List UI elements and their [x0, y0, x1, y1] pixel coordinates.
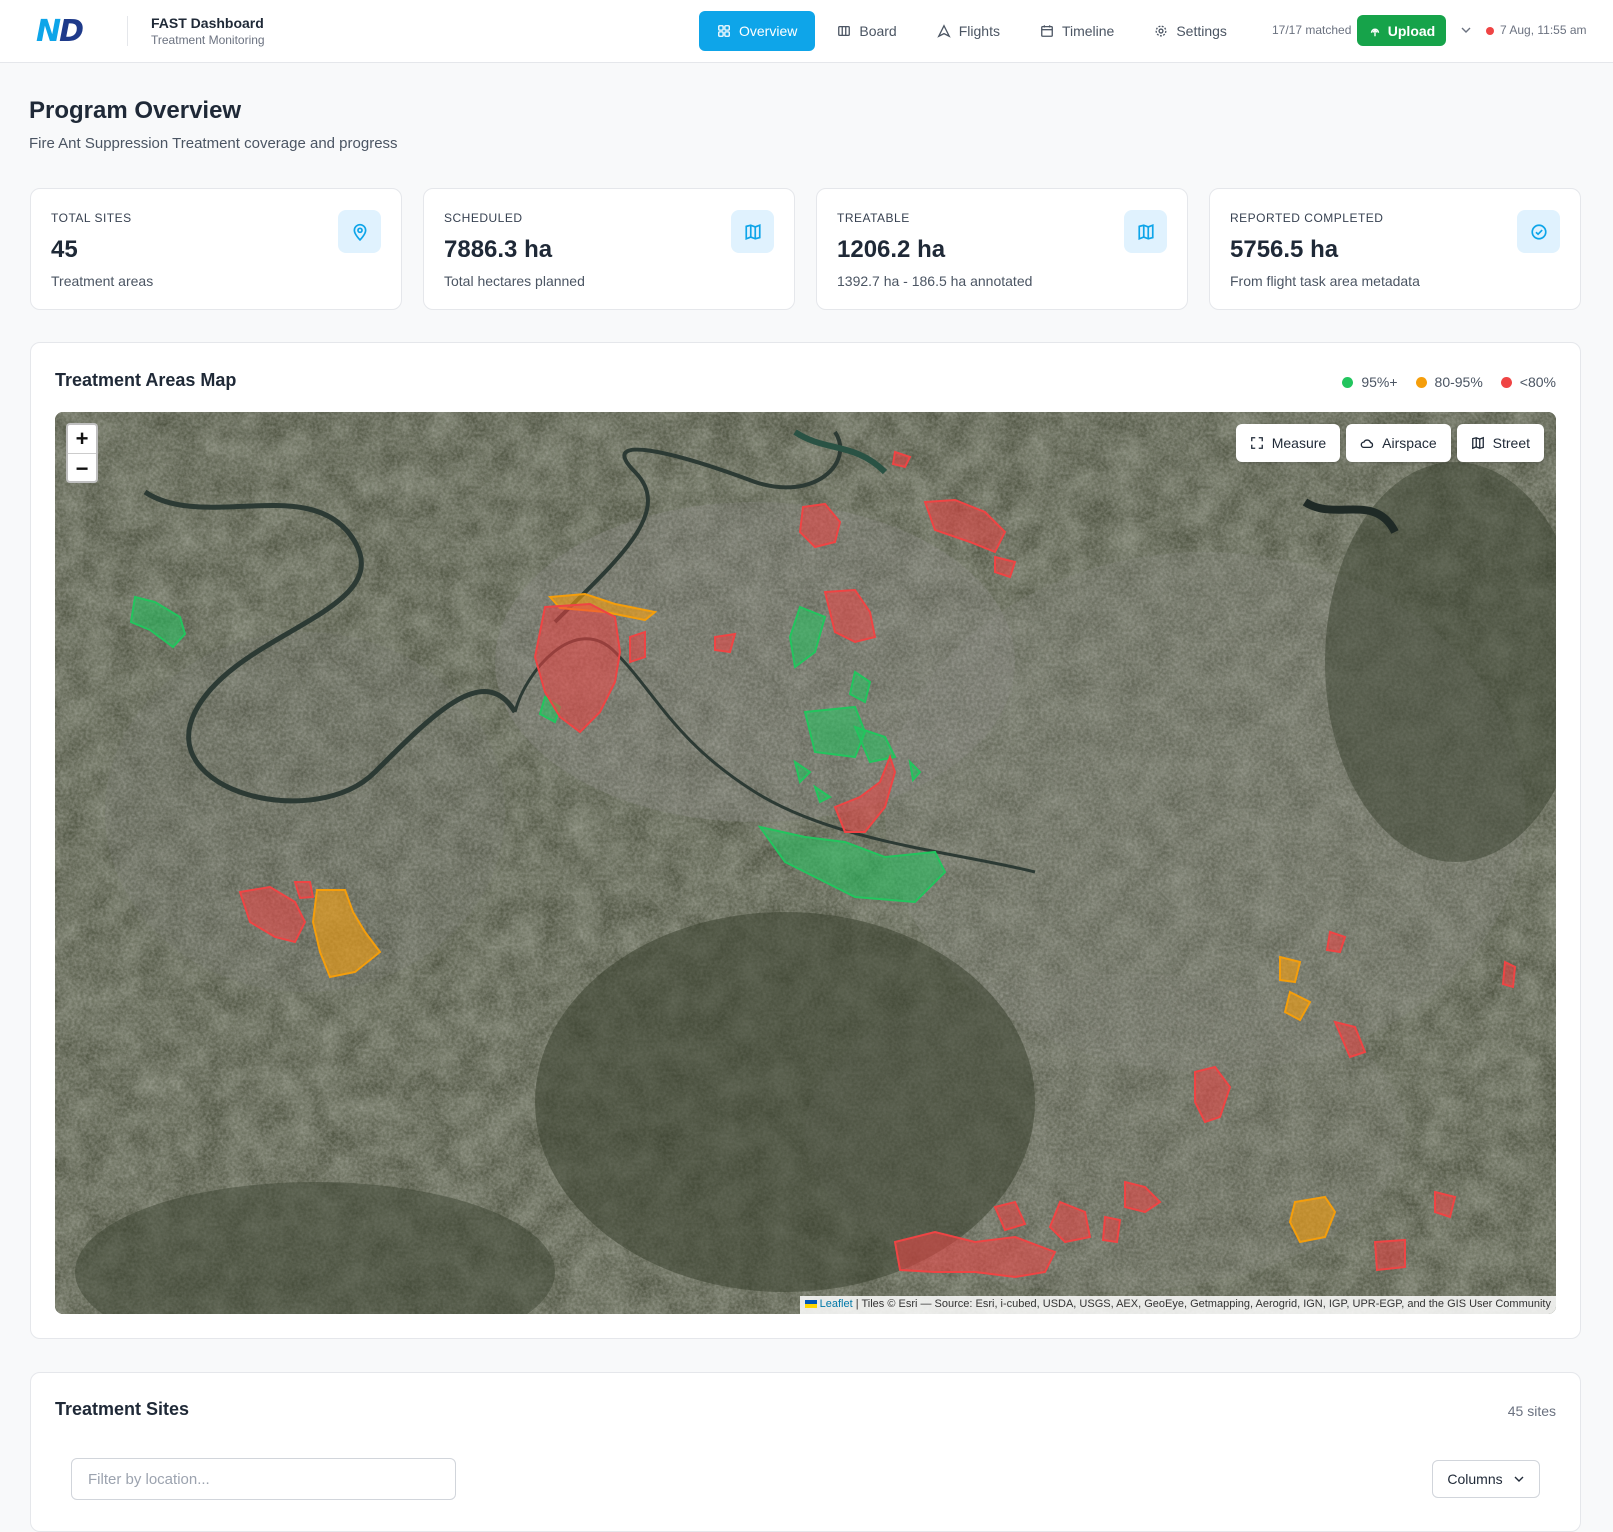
app-logo[interactable]: ND [36, 17, 84, 47]
app-subtitle: Treatment Monitoring [151, 33, 265, 47]
sites-count: 45 sites [1507, 1403, 1556, 1419]
legend-item-80-95: 80-95% [1415, 374, 1483, 390]
stat-icon-box [731, 210, 774, 253]
legend-dot [1342, 376, 1354, 388]
main-nav: Overview Board Flights Timeline Settings [699, 11, 1245, 51]
stat-icon-box [1517, 210, 1560, 253]
map-icon [1471, 436, 1484, 450]
board-icon [838, 25, 851, 37]
stat-value: 5756.5 ha [1230, 236, 1339, 263]
attribution-text: | Tiles © Esri — Source: Esri, i-cubed, … [852, 1298, 1551, 1310]
chevron-down-icon [1514, 1476, 1524, 1482]
stat-label: SCHEDULED [444, 211, 523, 225]
leaflet-link[interactable]: Leaflet [820, 1298, 853, 1310]
stat-label: REPORTED COMPLETED [1230, 211, 1384, 225]
nav-flights-label: Flights [958, 23, 1000, 39]
stat-desc: 1392.7 ha - 186.5 ha annotated [837, 273, 1033, 289]
map-icon [1137, 223, 1154, 240]
upload-icon [1370, 28, 1379, 36]
stat-label: TOTAL SITES [51, 211, 132, 225]
top-bar: ND FAST Dashboard Treatment Monitoring O… [0, 0, 1613, 63]
logo-divider [127, 16, 128, 46]
legend-item-below-80: <80% [1500, 374, 1556, 390]
stat-card-reported-completed: REPORTED COMPLETED 5756.5 ha From flight… [1209, 188, 1581, 310]
nav-settings[interactable]: Settings [1136, 11, 1245, 51]
stat-card-treatable: TREATABLE 1206.2 ha 1392.7 ha - 186.5 ha… [816, 188, 1188, 310]
upload-label: Upload [1387, 22, 1436, 39]
stat-card-total-sites: TOTAL SITES 45 Treatment areas [30, 188, 402, 310]
nav-flights[interactable]: Flights [919, 11, 1018, 51]
treatment-map-panel: Treatment Areas Map 95%+ 80-95% <80% + −… [30, 342, 1581, 1339]
stat-value: 45 [51, 236, 78, 263]
pin-icon [353, 223, 366, 241]
map-tools: Measure Airspace Street [1235, 424, 1544, 462]
location-filter-input[interactable] [71, 1458, 456, 1500]
stat-card-scheduled: SCHEDULED 7886.3 ha Total hectares plann… [423, 188, 795, 310]
grid-icon [718, 25, 730, 37]
nav-timeline[interactable]: Timeline [1022, 11, 1132, 51]
stat-value: 1206.2 ha [837, 236, 946, 263]
flight-icon [937, 24, 951, 38]
cloud-icon [1360, 439, 1374, 449]
zoom-in-button[interactable]: + [68, 425, 96, 454]
stat-value: 7886.3 ha [444, 236, 553, 263]
stat-icon-box [338, 210, 381, 253]
nav-overview[interactable]: Overview [699, 11, 816, 51]
stat-desc: From flight task area metadata [1230, 273, 1420, 289]
legend-label: 95%+ [1361, 374, 1398, 390]
map-legend: 95%+ 80-95% <80% [1342, 374, 1556, 390]
map-icon [744, 223, 761, 240]
airspace-label: Airspace [1382, 435, 1437, 451]
gear-icon [1155, 25, 1167, 37]
satellite-imagery [55, 412, 1556, 1314]
zoom-control: + − [66, 423, 98, 483]
columns-button[interactable]: Columns [1432, 1460, 1540, 1498]
map-title: Treatment Areas Map [55, 370, 237, 390]
nav-board-label: Board [859, 23, 897, 39]
match-status: 17/17 matched [1272, 23, 1352, 37]
measure-label: Measure [1271, 435, 1327, 451]
stat-icon-box [1124, 210, 1167, 253]
legend-item-95-plus: 95%+ [1342, 374, 1398, 390]
stat-label: TREATABLE [837, 211, 910, 225]
upload-menu-button[interactable] [1456, 20, 1476, 40]
chevron-down-icon [1461, 27, 1471, 33]
measure-icon [1250, 437, 1263, 449]
map-attribution: Leaflet | Tiles © Esri — Source: Esri, i… [799, 1296, 1556, 1314]
status-dot [1486, 27, 1494, 35]
nav-overview-label: Overview [739, 23, 798, 39]
columns-label: Columns [1447, 1471, 1503, 1487]
status-time: 7 Aug, 11:55 am [1500, 23, 1587, 37]
calendar-icon [1041, 25, 1053, 37]
legend-dot [1500, 376, 1512, 388]
stat-desc: Total hectares planned [444, 273, 585, 289]
stat-desc: Treatment areas [51, 273, 154, 289]
app-title: FAST Dashboard [151, 15, 264, 31]
street-label: Street [1492, 435, 1530, 451]
legend-label: 80-95% [1434, 374, 1483, 390]
treatment-sites-panel: Treatment Sites 45 sites Columns [30, 1372, 1581, 1532]
page-title: Program Overview [29, 97, 242, 124]
map-canvas[interactable]: + − Measure Airspace Street Leaflet | Ti… [55, 412, 1556, 1314]
airspace-button[interactable]: Airspace [1346, 424, 1451, 462]
legend-dot [1415, 376, 1427, 388]
check-circle-icon [1530, 223, 1547, 240]
ukraine-flag-icon [804, 1300, 817, 1309]
measure-button[interactable]: Measure [1235, 424, 1341, 462]
street-button[interactable]: Street [1456, 424, 1544, 462]
legend-label: <80% [1519, 374, 1556, 390]
sites-title: Treatment Sites [55, 1399, 190, 1419]
nav-settings-label: Settings [1176, 23, 1227, 39]
nav-board[interactable]: Board [819, 11, 914, 51]
upload-button[interactable]: Upload [1357, 15, 1446, 46]
nav-timeline-label: Timeline [1061, 23, 1115, 39]
zoom-out-button[interactable]: − [68, 454, 96, 481]
page-subtitle: Fire Ant Suppression Treatment coverage … [29, 135, 398, 152]
